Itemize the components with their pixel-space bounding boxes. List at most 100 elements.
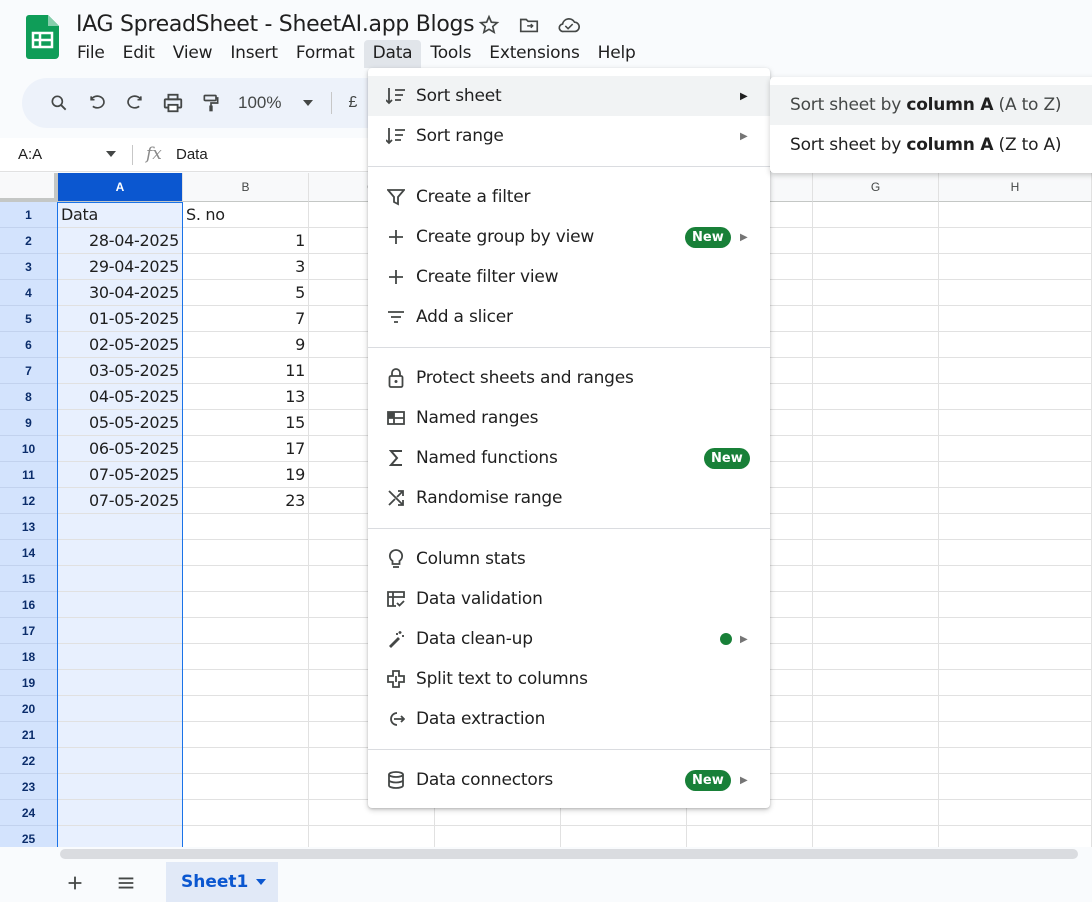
chevron-down-icon[interactable] xyxy=(256,879,267,885)
table-cell[interactable] xyxy=(939,254,1092,280)
table-cell[interactable] xyxy=(183,514,309,540)
table-cell[interactable]: 29-04-2025 xyxy=(58,254,183,280)
table-cell[interactable]: 05-05-2025 xyxy=(58,410,183,436)
table-cell[interactable] xyxy=(183,592,309,618)
row-header[interactable]: 24 xyxy=(0,800,58,826)
table-cell[interactable] xyxy=(309,826,435,847)
table-cell[interactable] xyxy=(939,358,1092,384)
table-cell[interactable] xyxy=(939,384,1092,410)
menu-edit[interactable]: Edit xyxy=(114,40,164,68)
table-cell[interactable] xyxy=(183,566,309,592)
table-cell[interactable] xyxy=(939,774,1092,800)
table-cell[interactable] xyxy=(813,488,939,514)
row-header[interactable]: 22 xyxy=(0,748,58,774)
table-cell[interactable]: 04-05-2025 xyxy=(58,384,183,410)
table-cell[interactable] xyxy=(183,722,309,748)
table-cell[interactable]: 01-05-2025 xyxy=(58,306,183,332)
menu-format[interactable]: Format xyxy=(287,40,364,68)
sheet-tab[interactable]: Sheet1 xyxy=(166,862,278,902)
row-header[interactable]: 19 xyxy=(0,670,58,696)
row-header[interactable]: 25 xyxy=(0,826,58,847)
menu-item-sort-range[interactable]: Sort range ▶ xyxy=(368,116,770,156)
table-cell[interactable] xyxy=(813,410,939,436)
table-cell[interactable] xyxy=(939,618,1092,644)
menu-item-create-filter[interactable]: Create a filter xyxy=(368,177,770,217)
table-cell[interactable]: 17 xyxy=(183,436,309,462)
menu-file[interactable]: File xyxy=(68,40,114,68)
table-cell[interactable] xyxy=(939,202,1092,228)
table-cell[interactable] xyxy=(813,618,939,644)
table-cell[interactable] xyxy=(813,306,939,332)
table-cell[interactable] xyxy=(183,774,309,800)
table-cell[interactable] xyxy=(58,722,183,748)
table-cell[interactable] xyxy=(939,228,1092,254)
table-cell[interactable] xyxy=(813,774,939,800)
currency-format-button[interactable]: £ xyxy=(342,94,363,112)
menu-item-data-clean-up[interactable]: Data clean-up ▶ xyxy=(368,619,770,659)
menu-extensions[interactable]: Extensions xyxy=(480,40,588,68)
table-cell[interactable]: 23 xyxy=(183,488,309,514)
sheets-logo-icon[interactable] xyxy=(26,15,59,59)
table-cell[interactable] xyxy=(939,410,1092,436)
menu-item-add-slicer[interactable]: Add a slicer xyxy=(368,297,770,337)
table-cell[interactable] xyxy=(58,540,183,566)
row-header[interactable]: 2 xyxy=(0,228,58,254)
table-cell[interactable]: 5 xyxy=(183,280,309,306)
menu-help[interactable]: Help xyxy=(589,40,645,68)
table-cell[interactable] xyxy=(58,748,183,774)
menu-item-data-connectors[interactable]: Data connectors New ▶ xyxy=(368,760,770,800)
table-cell[interactable]: 3 xyxy=(183,254,309,280)
table-cell[interactable] xyxy=(813,722,939,748)
search-menus-button[interactable] xyxy=(40,85,78,121)
menu-item-data-extraction[interactable]: Data extraction xyxy=(368,699,770,739)
table-cell[interactable] xyxy=(813,436,939,462)
table-cell[interactable]: 28-04-2025 xyxy=(58,228,183,254)
table-cell[interactable]: 1 xyxy=(183,228,309,254)
sort-z-to-a-option[interactable]: Sort sheet by column A (Z to A) xyxy=(770,125,1092,165)
row-header[interactable]: 10 xyxy=(0,436,58,462)
table-cell[interactable]: 02-05-2025 xyxy=(58,332,183,358)
table-cell[interactable] xyxy=(939,722,1092,748)
table-cell[interactable] xyxy=(58,592,183,618)
horizontal-scrollbar[interactable] xyxy=(60,849,1078,859)
row-header[interactable]: 8 xyxy=(0,384,58,410)
table-cell[interactable] xyxy=(183,826,309,847)
name-box[interactable]: A:A xyxy=(18,146,42,163)
row-header[interactable]: 18 xyxy=(0,644,58,670)
menu-item-sort-sheet[interactable]: Sort sheet ▶ xyxy=(368,76,770,116)
table-cell[interactable] xyxy=(813,592,939,618)
row-header[interactable]: 20 xyxy=(0,696,58,722)
table-cell[interactable]: 03-05-2025 xyxy=(58,358,183,384)
table-cell[interactable] xyxy=(939,670,1092,696)
menu-item-split-text[interactable]: Split text to columns xyxy=(368,659,770,699)
table-cell[interactable] xyxy=(939,800,1092,826)
row-header[interactable]: 13 xyxy=(0,514,58,540)
table-cell[interactable] xyxy=(939,592,1092,618)
table-cell[interactable] xyxy=(813,826,939,847)
table-cell[interactable]: 07-05-2025 xyxy=(58,488,183,514)
table-cell[interactable]: 7 xyxy=(183,306,309,332)
table-cell[interactable] xyxy=(939,514,1092,540)
row-header[interactable]: 3 xyxy=(0,254,58,280)
row-header[interactable]: 17 xyxy=(0,618,58,644)
row-header[interactable]: 9 xyxy=(0,410,58,436)
menu-item-create-group-by-view[interactable]: Create group by view New ▶ xyxy=(368,217,770,257)
table-cell[interactable] xyxy=(939,306,1092,332)
table-cell[interactable] xyxy=(58,696,183,722)
table-cell[interactable] xyxy=(58,800,183,826)
table-cell[interactable] xyxy=(183,618,309,644)
table-cell[interactable] xyxy=(183,800,309,826)
table-cell[interactable] xyxy=(58,670,183,696)
column-header[interactable]: A xyxy=(58,173,183,202)
menu-insert[interactable]: Insert xyxy=(221,40,287,68)
menu-item-randomise-range[interactable]: Randomise range xyxy=(368,478,770,518)
table-cell[interactable] xyxy=(813,254,939,280)
document-title[interactable]: IAG SpreadSheet - SheetAI.app Blogs xyxy=(76,12,475,37)
table-cell[interactable] xyxy=(435,826,561,847)
table-cell[interactable]: 30-04-2025 xyxy=(58,280,183,306)
table-cell[interactable] xyxy=(687,826,813,847)
table-cell[interactable] xyxy=(939,540,1092,566)
table-cell[interactable] xyxy=(813,800,939,826)
menu-item-named-ranges[interactable]: Named ranges xyxy=(368,398,770,438)
add-sheet-icon[interactable] xyxy=(64,872,86,894)
